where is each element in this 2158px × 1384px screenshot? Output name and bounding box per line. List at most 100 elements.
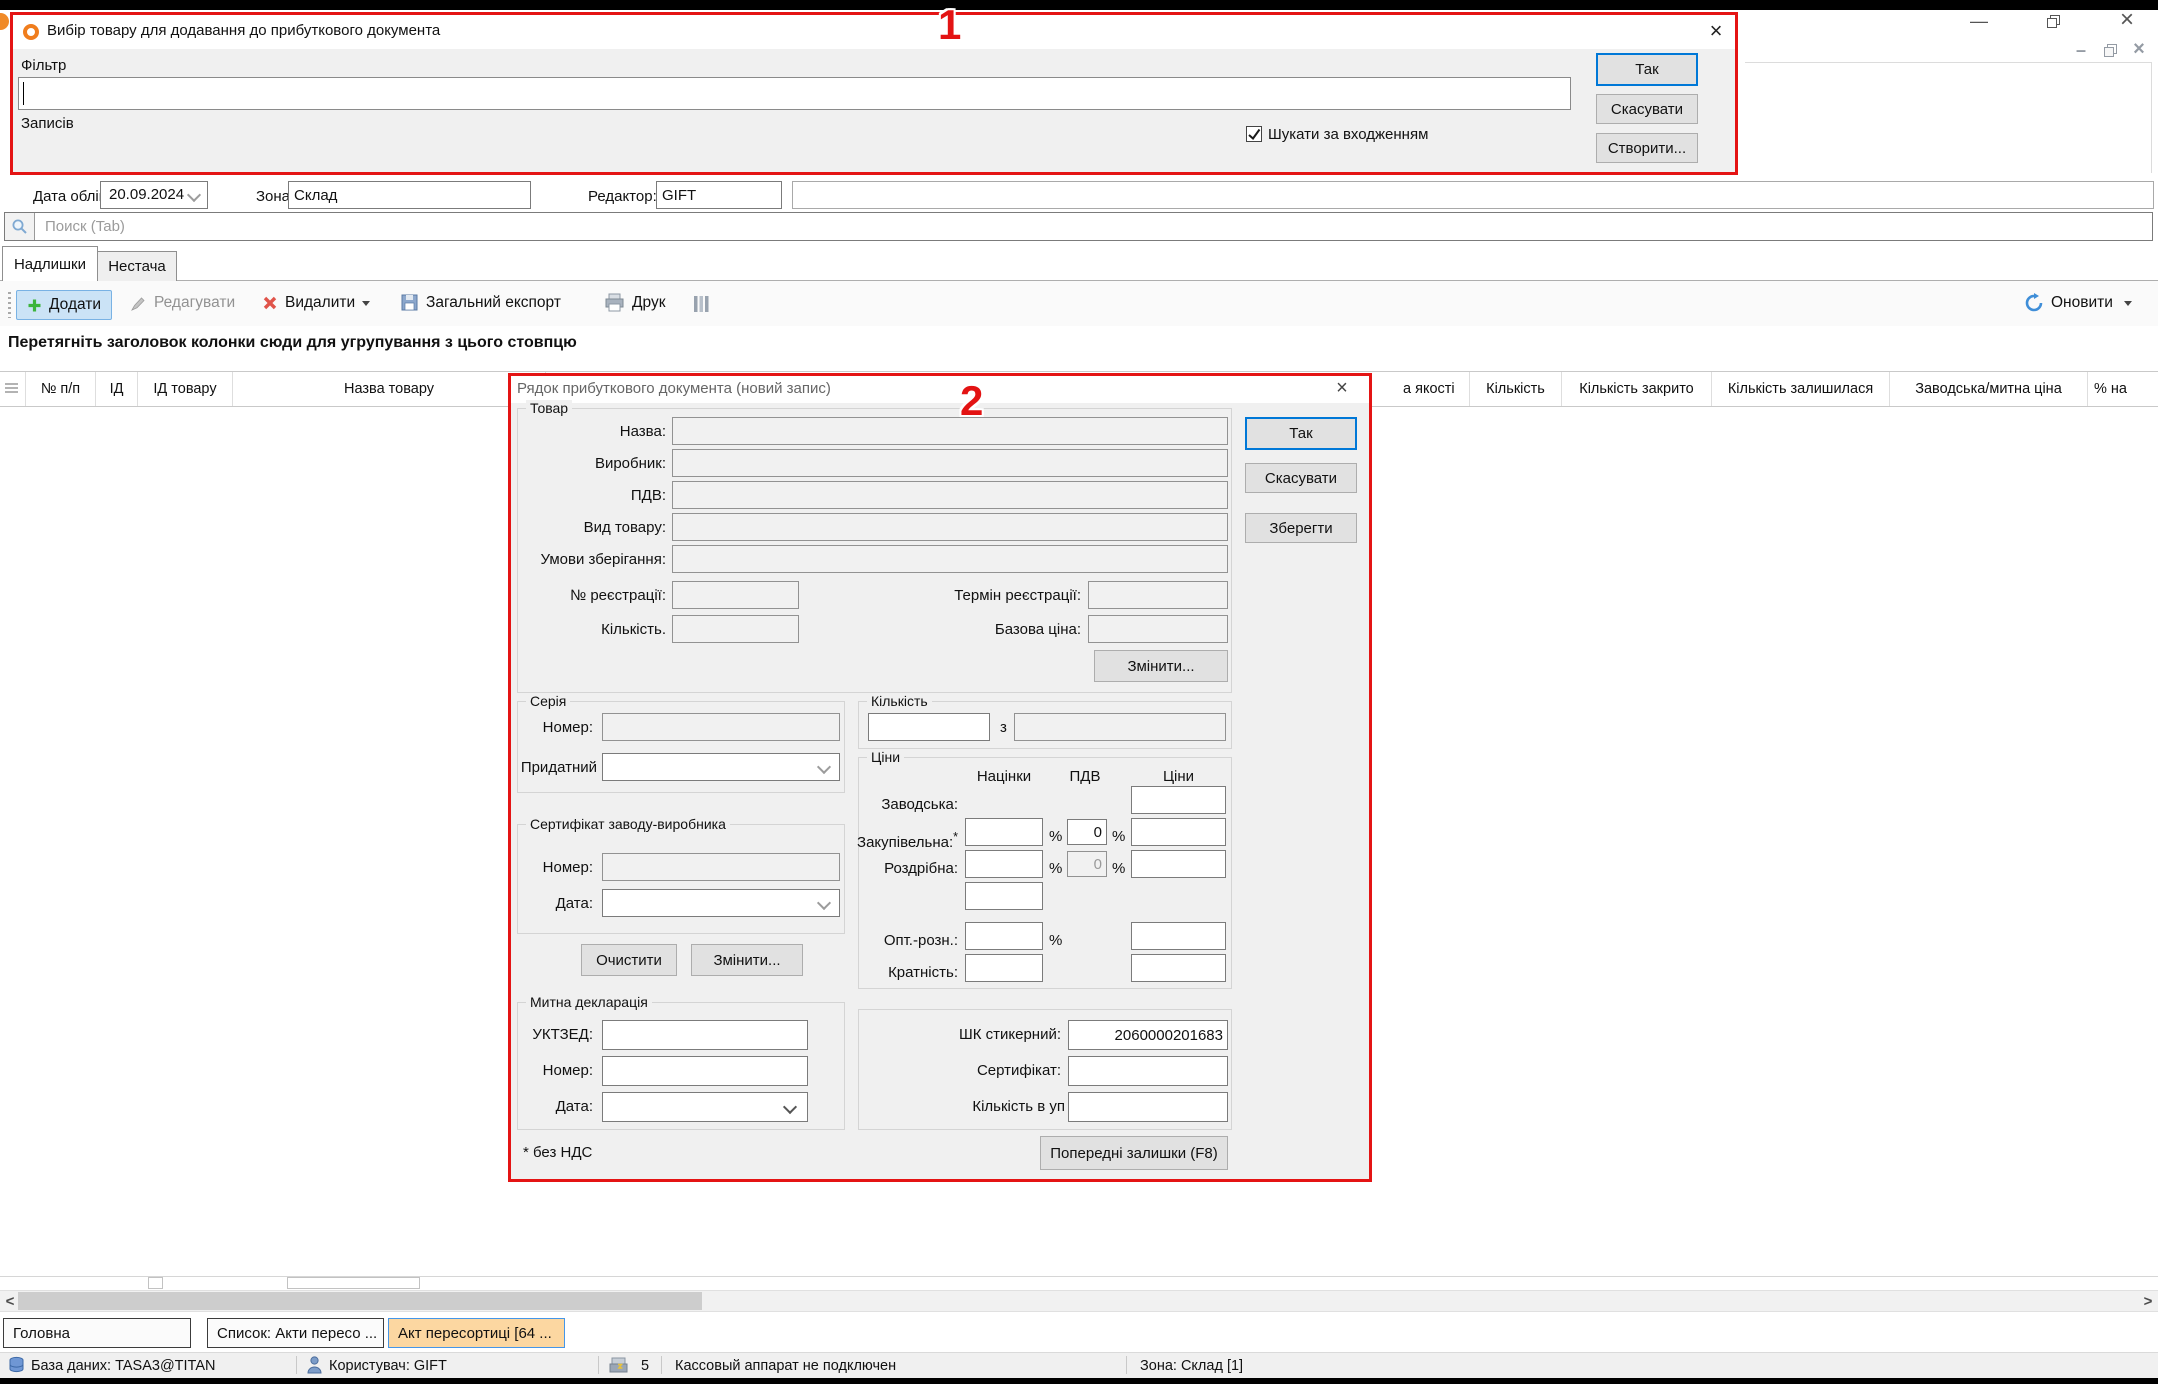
bottom-tab-list[interactable]: Список: Акти пересо ...: [207, 1318, 384, 1348]
product-dialog-titlebar[interactable]: Вибір товару для додавання до прибутково…: [13, 15, 1735, 49]
retail-markup-field[interactable]: [965, 850, 1043, 878]
tab-surplus[interactable]: Надлишки: [2, 246, 98, 281]
h-scrollbar-thumb[interactable]: [18, 1292, 702, 1310]
column-header-qty-left[interactable]: Кількість залишилася: [1712, 372, 1890, 406]
column-header-factory-price[interactable]: Заводська/митна ціна: [1890, 372, 2088, 406]
delete-dropdown-icon: [362, 301, 370, 306]
comment-field[interactable]: [792, 181, 2154, 209]
retail-vat-field[interactable]: 0: [1067, 851, 1107, 877]
select-create-button[interactable]: Створити...: [1596, 133, 1698, 163]
quantity-field[interactable]: [868, 713, 990, 741]
retail-price-value-field[interactable]: [1131, 850, 1226, 878]
h-scrollbar-right-arrow[interactable]: >: [2140, 1290, 2156, 1312]
window-close-button[interactable]: ×: [2106, 8, 2148, 32]
uktzed-field[interactable]: [602, 1020, 808, 1050]
wholesale-markup-field[interactable]: [965, 922, 1043, 950]
add-button[interactable]: Додати: [16, 290, 112, 320]
bottom-tab-act-active[interactable]: Акт пересортиці [64 ...: [388, 1318, 565, 1348]
percent-sign: %: [1049, 860, 1062, 878]
receipt-save-button[interactable]: Зберегти: [1245, 513, 1357, 543]
group-by-hint: Перетягніть заголовок колонки сюди для у…: [8, 334, 577, 352]
product-qty-field[interactable]: [672, 615, 799, 643]
editor-value: GIFT: [662, 187, 696, 204]
column-header-id[interactable]: ІД: [96, 372, 138, 406]
mdi-restore-button[interactable]: [2096, 38, 2124, 62]
certificate-date-combobox[interactable]: [602, 889, 840, 917]
certificate-clear-button[interactable]: Очистити: [581, 944, 677, 976]
column-header-quality[interactable]: а якості: [1400, 372, 1470, 406]
product-type-field[interactable]: [672, 513, 1228, 541]
reg-number-field[interactable]: [672, 581, 799, 609]
mdi-close-button[interactable]: ×: [2126, 37, 2152, 61]
grid-corner-cell[interactable]: [0, 372, 26, 406]
vat-field[interactable]: [672, 481, 1228, 509]
receipt-cancel-button[interactable]: Скасувати: [1245, 463, 1357, 493]
column-header-num[interactable]: № п/п: [26, 372, 96, 406]
search-by-entry-checkbox[interactable]: [1246, 126, 1262, 142]
series-valid-combobox[interactable]: [602, 753, 840, 781]
h-scrollbar-left-arrow[interactable]: <: [2, 1290, 18, 1312]
multiplicity-field[interactable]: [965, 954, 1043, 982]
filter-input[interactable]: [18, 77, 1571, 110]
column-header-product-id[interactable]: ІД товару: [138, 372, 233, 406]
column-header-qty-closed[interactable]: Кількість закрито: [1562, 372, 1712, 406]
pack-qty-field[interactable]: [1068, 1092, 1228, 1122]
column-header-qty[interactable]: Кількість: [1470, 372, 1562, 406]
columns-button[interactable]: [692, 294, 710, 318]
purchase-price-value-field[interactable]: [1131, 818, 1226, 846]
tab-shortage[interactable]: Нестача: [97, 251, 177, 281]
plus-icon: [27, 298, 42, 313]
purchase-price-label-text: Закупівельна:: [857, 834, 953, 851]
producer-field[interactable]: [672, 449, 1228, 477]
select-cancel-button[interactable]: Скасувати: [1596, 94, 1698, 124]
previous-stock-button[interactable]: Попередні залишки (F8): [1040, 1136, 1228, 1170]
series-number-field[interactable]: [602, 713, 840, 741]
reg-term-label: Термін реєстрації:: [913, 587, 1081, 605]
storage-field[interactable]: [672, 545, 1228, 573]
purchase-vat-field[interactable]: 0: [1067, 819, 1107, 845]
retail-extra-field[interactable]: [965, 882, 1043, 910]
search-button[interactable]: [5, 213, 35, 240]
edit-button[interactable]: Редагувати: [130, 294, 235, 312]
sticker-barcode-field[interactable]: 2060000201683: [1068, 1020, 1228, 1050]
certificate-change-button[interactable]: Змінити...: [691, 944, 803, 976]
pencil-icon: [130, 295, 147, 312]
column-header-percent[interactable]: % на: [2088, 372, 2158, 406]
grid-footer-cell: [148, 1277, 163, 1289]
delete-button[interactable]: Видалити: [262, 294, 370, 312]
certificate-number-field[interactable]: [602, 853, 840, 881]
refresh-dropdown-icon: [2124, 301, 2132, 306]
editor-field[interactable]: GIFT: [656, 181, 782, 209]
customs-date-combobox[interactable]: [602, 1092, 808, 1122]
factory-price-value-field[interactable]: [1131, 786, 1226, 814]
window-restore-button[interactable]: [2032, 10, 2074, 32]
product-change-button[interactable]: Змінити...: [1094, 650, 1228, 682]
quantity-total-field[interactable]: [1014, 713, 1226, 741]
reg-term-field[interactable]: [1088, 581, 1228, 609]
date-picker[interactable]: 20.09.2024: [100, 181, 208, 209]
multiplicity-price-field[interactable]: [1131, 954, 1226, 982]
customs-number-field[interactable]: [602, 1056, 808, 1086]
print-button-label: Друк: [632, 294, 665, 312]
product-name-field[interactable]: [672, 417, 1228, 445]
print-button[interactable]: Друк: [604, 293, 665, 312]
product-dialog-close-button[interactable]: ×: [1701, 18, 1731, 44]
receipt-ok-button[interactable]: Так: [1245, 417, 1357, 450]
wholesale-price-value-field[interactable]: [1131, 922, 1226, 950]
receipt-dialog-titlebar[interactable]: Рядок прибуткового документа (новий запи…: [511, 376, 1369, 403]
window-minimize-button[interactable]: —: [1958, 10, 2000, 32]
column-header-product-name[interactable]: Назва товару: [233, 372, 546, 406]
refresh-button[interactable]: Оновити: [2024, 293, 2132, 313]
select-ok-button[interactable]: Так: [1596, 53, 1698, 86]
search-input[interactable]: Поиск (Tab): [4, 212, 2153, 241]
toolbar-grip[interactable]: [8, 292, 11, 318]
bottom-tab-home[interactable]: Головна: [3, 1318, 191, 1348]
base-price-field[interactable]: [1088, 615, 1228, 643]
zone-field[interactable]: Склад: [288, 181, 531, 209]
sticker-certificate-field[interactable]: [1068, 1056, 1228, 1086]
purchase-markup-field[interactable]: [965, 818, 1043, 846]
status-zone: Зона: Склад [1]: [1140, 1357, 1243, 1375]
export-button[interactable]: Загальний експорт: [400, 293, 561, 312]
receipt-dialog-close-button[interactable]: ×: [1329, 377, 1355, 399]
mdi-minimize-button[interactable]: –: [2068, 38, 2094, 62]
